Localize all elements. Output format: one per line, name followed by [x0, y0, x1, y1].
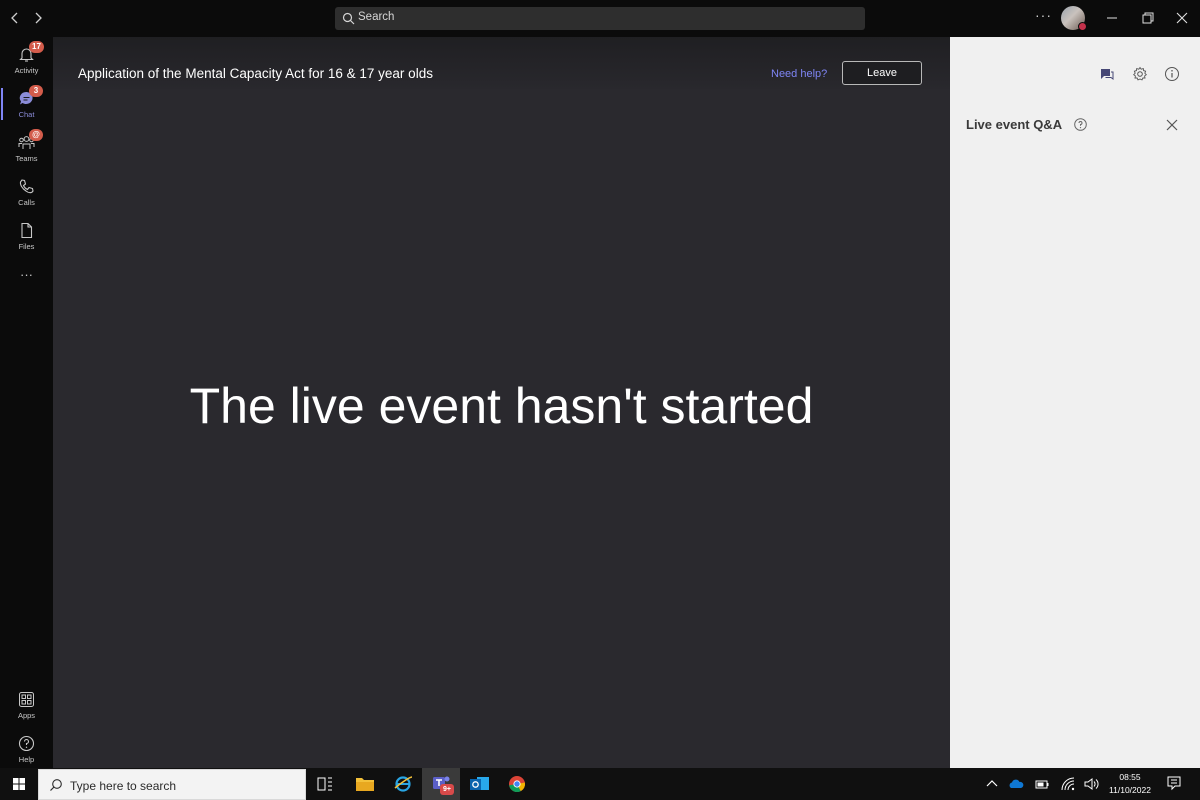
task-view-icon[interactable]	[306, 768, 344, 800]
rail-item-help[interactable]: Help	[0, 729, 53, 773]
chrome-icon[interactable]	[498, 768, 536, 800]
phone-icon	[19, 179, 34, 194]
rail-label: Files	[18, 242, 35, 251]
need-help-link[interactable]: Need help?	[771, 68, 827, 80]
onedrive-icon[interactable]	[1008, 776, 1024, 792]
rail-item-activity[interactable]: 17 Activity	[0, 40, 53, 84]
rail-item-calls[interactable]: Calls	[0, 172, 53, 216]
system-clock[interactable]: 08:55 11/10/2022	[1104, 771, 1156, 797]
rail-label: Calls	[18, 198, 35, 207]
rail-item-teams[interactable]: @ Teams	[0, 128, 53, 172]
teams-badge: @	[29, 129, 43, 141]
rail-label: Teams	[15, 154, 38, 163]
avatar[interactable]	[1061, 6, 1087, 31]
rail-item-files[interactable]: Files	[0, 216, 53, 260]
live-event-stage: Application of the Mental Capacity Act f…	[53, 37, 950, 768]
outlook-icon[interactable]	[460, 768, 498, 800]
notifications-icon[interactable]	[1166, 775, 1182, 791]
more-options-icon[interactable]: ···	[1035, 7, 1052, 23]
restore-icon[interactable]	[1140, 10, 1156, 26]
event-header: Application of the Mental Capacity Act f…	[53, 37, 950, 89]
rail-label: Chat	[18, 110, 35, 119]
rail-label: Apps	[17, 711, 36, 720]
windows-start-icon[interactable]	[0, 768, 38, 800]
rail-item-apps[interactable]: Apps	[0, 685, 53, 729]
search-icon	[342, 12, 355, 25]
rail-item-chat[interactable]: 3 Chat	[0, 84, 53, 128]
volume-icon[interactable]	[1083, 776, 1099, 792]
minimize-icon[interactable]	[1104, 10, 1120, 26]
teams-window: Search ··· 17 Activity 3 Chat @ Teams Ca…	[0, 0, 1200, 800]
presence-status-icon	[1078, 22, 1087, 31]
file-explorer-icon[interactable]	[346, 768, 384, 800]
qa-chat-icon[interactable]	[1099, 66, 1115, 82]
clock-time: 08:55	[1119, 772, 1141, 782]
rail-label: Activity	[14, 66, 39, 75]
forward-arrow-icon[interactable]	[29, 9, 47, 27]
qa-panel-title: Live event Q&A	[966, 117, 1063, 132]
help-icon	[18, 735, 35, 752]
app-bar: 17 Activity 3 Chat @ Teams Calls Files ·…	[0, 37, 53, 768]
back-arrow-icon[interactable]	[6, 9, 24, 27]
leave-button[interactable]: Leave	[842, 61, 922, 85]
taskbar-search-placeholder: Type here to search	[70, 779, 177, 793]
chevron-up-icon[interactable]	[984, 776, 1000, 792]
close-icon[interactable]	[1165, 118, 1179, 132]
teams-taskbar-badge: 9+	[440, 784, 454, 795]
search-input[interactable]: Search	[335, 7, 865, 30]
windows-taskbar: Type here to search 9+ 08:55 11/10/2022	[0, 768, 1200, 800]
chat-badge: 3	[29, 85, 43, 97]
event-title: Application of the Mental Capacity Act f…	[78, 66, 433, 81]
settings-gear-icon[interactable]	[1132, 66, 1148, 82]
clock-date: 11/10/2022	[1109, 785, 1151, 795]
info-icon[interactable]	[1164, 66, 1180, 82]
title-bar: Search ···	[0, 0, 1200, 37]
wifi-icon[interactable]	[1060, 776, 1076, 792]
close-window-icon[interactable]	[1174, 10, 1190, 26]
battery-icon[interactable]	[1034, 776, 1050, 792]
rail-more-apps[interactable]: ···	[0, 265, 53, 285]
qa-help-icon[interactable]	[1074, 118, 1087, 131]
file-icon	[21, 222, 33, 239]
rail-label: Help	[18, 755, 35, 764]
event-status-message: The live event hasn't started	[189, 378, 814, 434]
activity-badge: 17	[29, 41, 44, 53]
taskbar-search-input[interactable]: Type here to search	[38, 769, 306, 800]
search-icon	[50, 779, 62, 791]
internet-explorer-icon[interactable]	[384, 768, 422, 800]
more-icon: ···	[20, 267, 33, 282]
apps-grid-icon	[19, 692, 34, 707]
qa-panel: Live event Q&A	[950, 37, 1200, 768]
search-placeholder: Search	[358, 11, 395, 23]
